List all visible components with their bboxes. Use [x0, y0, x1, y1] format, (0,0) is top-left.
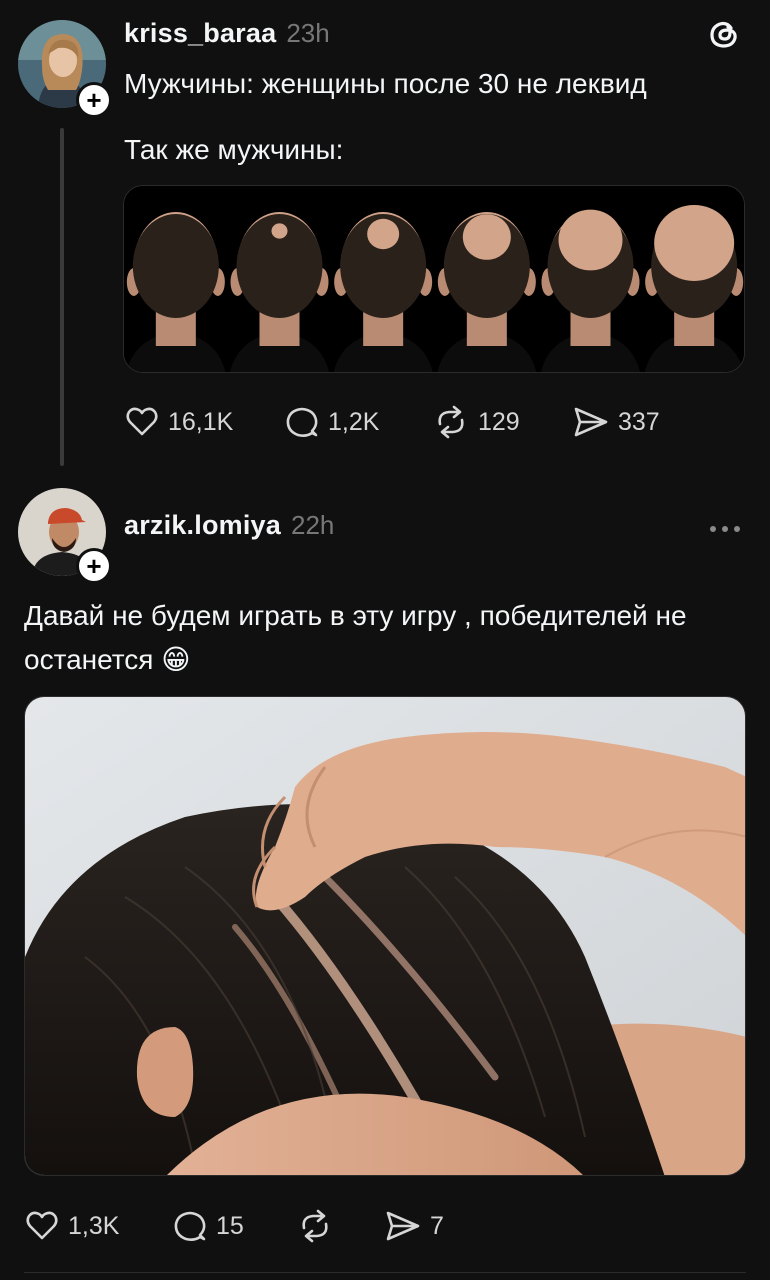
post-image-hair-parting[interactable] [24, 696, 746, 1176]
repost-count: 129 [478, 407, 520, 436]
heart-icon [26, 1211, 58, 1240]
post-header: kriss_baraa 23h [124, 18, 330, 49]
repost-icon [438, 405, 464, 439]
like-count: 1,3K [68, 1211, 120, 1240]
hair-loss-stages-illustration [124, 186, 744, 372]
comment-icon [286, 407, 318, 437]
post-text-line-1: Мужчины: женщины после 30 не леквид [124, 68, 647, 99]
post-text-line-2: Так же мужчины: [124, 134, 344, 165]
post-text: Давай не будем играть в эту игру , побед… [24, 594, 754, 682]
like-button[interactable]: 1,3K [24, 1208, 119, 1244]
reply-count: 1,2K [328, 407, 380, 436]
username[interactable]: arzik.lomiya [124, 510, 281, 541]
timestamp: 22h [290, 510, 335, 540]
threads-logo-icon[interactable] [706, 16, 742, 52]
head-stage-2 [230, 212, 329, 372]
more-icon[interactable] [710, 526, 740, 532]
share-count: 337 [618, 407, 660, 436]
head-stage-1 [126, 212, 226, 372]
post-2: + arzik.lomiya 22h Давай не будем играть… [0, 470, 770, 1280]
send-icon [386, 1211, 420, 1241]
post-image-hair-loss-stages[interactable] [123, 185, 745, 373]
send-icon [574, 407, 608, 437]
head-stage-3 [333, 212, 433, 372]
reply-count: 15 [216, 1211, 244, 1240]
repost-button[interactable] [296, 1208, 342, 1244]
grinning-emoji: 😁 [161, 644, 191, 675]
repost-button[interactable]: 129 [432, 404, 520, 440]
username[interactable]: kriss_baraa [124, 18, 276, 49]
post-text-body: Давай не будем играть в эту игру , побед… [24, 600, 687, 675]
follow-button[interactable]: + [76, 82, 112, 118]
share-button[interactable]: 7 [384, 1208, 444, 1244]
follow-button[interactable]: + [76, 548, 112, 584]
reply-button[interactable]: 15 [172, 1208, 244, 1244]
like-button[interactable]: 16,1K [124, 404, 233, 440]
share-button[interactable]: 337 [572, 404, 660, 440]
timestamp: 23h [286, 18, 330, 48]
divider [24, 1272, 746, 1273]
post-header: arzik.lomiya 22h [124, 510, 334, 541]
repost-icon [302, 1209, 328, 1243]
heart-icon [126, 407, 158, 436]
head-stage-6 [644, 205, 744, 372]
comment-icon [174, 1211, 206, 1241]
head-stage-4 [437, 212, 537, 372]
post-1: + kriss_baraa 23h Мужчины: женщины после… [0, 0, 770, 470]
like-count: 16,1K [168, 407, 234, 436]
reply-button[interactable]: 1,2K [284, 404, 379, 440]
hair-parting-photo [25, 697, 745, 1175]
share-count: 7 [430, 1211, 444, 1240]
thread-line [60, 128, 64, 466]
